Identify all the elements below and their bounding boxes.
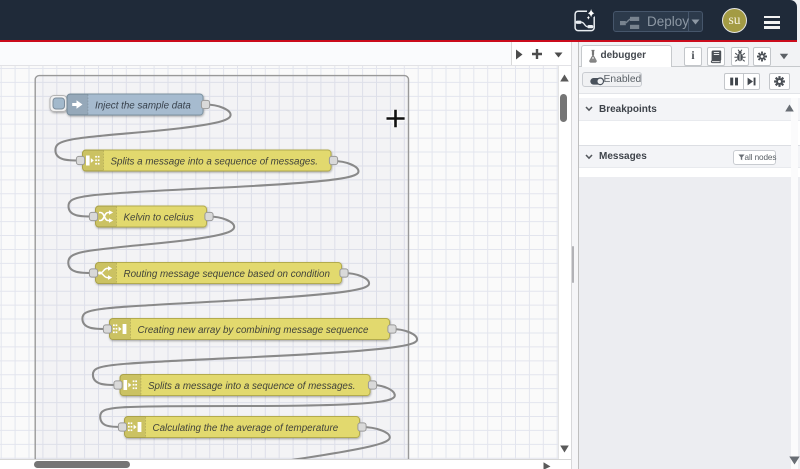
svg-text:Creating new array by combinin: Creating new array by combining message … <box>138 325 369 336</box>
svg-text:Inject the sample data: Inject the sample data <box>95 100 191 111</box>
svg-text:Calculating the the average of: Calculating the the average of temperatu… <box>153 423 339 434</box>
svg-text:Splits a message into a sequen: Splits a message into a sequence of mess… <box>148 381 356 392</box>
svg-text:Splits a message into a sequen: Splits a message into a sequence of mess… <box>111 156 319 167</box>
svg-text:Kelvin to celcius: Kelvin to celcius <box>124 212 194 223</box>
svg-text:Routing message sequence based: Routing message sequence based on condit… <box>124 269 330 280</box>
